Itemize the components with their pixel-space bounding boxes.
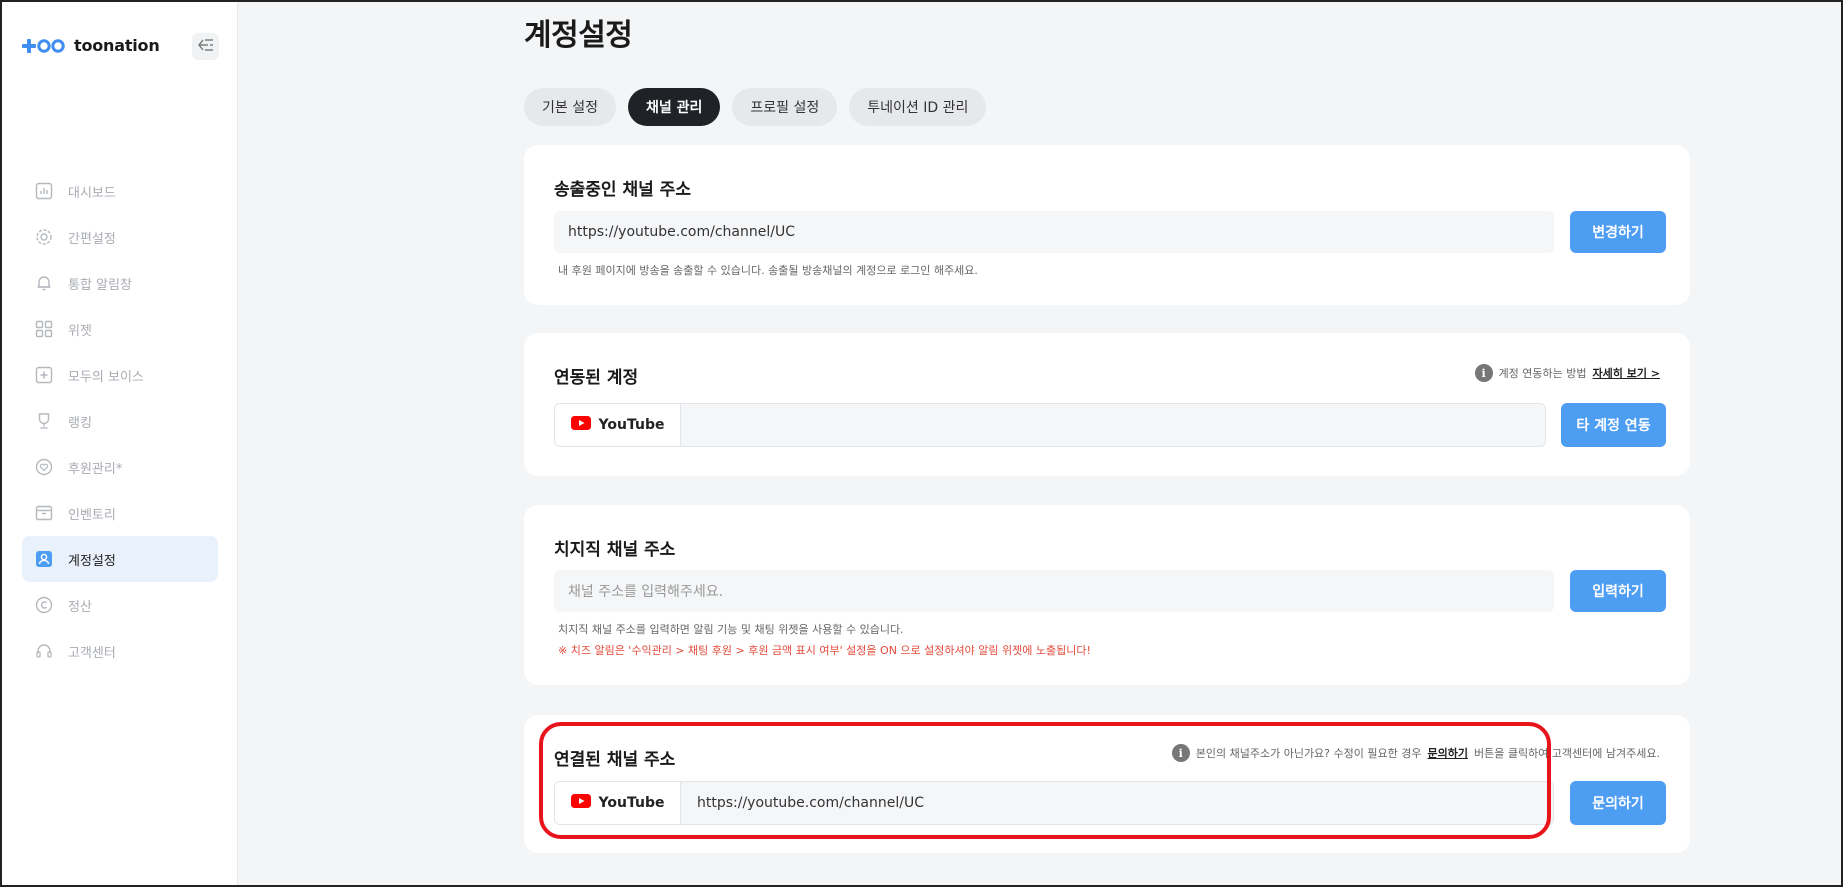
page-title: 계정설정 [524,18,633,53]
card-title: 송출중인 채널 주소 [554,180,691,200]
trophy-icon [34,411,54,431]
heart-icon [34,457,54,477]
sidebar-item-customer-center[interactable]: 고객센터 [22,628,218,674]
box-icon [34,503,54,523]
warning-text: ※ 치즈 알림은 '수익관리 > 채팅 후원 > 후원 금액 표시 여부' 설정… [558,644,1091,657]
card-title: 치지직 채널 주소 [554,540,676,560]
logo-text: toonation [74,36,160,55]
linked-account-value [681,404,1545,446]
bell-icon [34,273,54,293]
info-icon: i [1474,364,1493,382]
sidebar-item-label: 랭킹 [68,415,92,431]
sidebar-item-label: 후원관리* [68,461,123,477]
youtube-platform-cell: YouTube [555,782,681,824]
sidebar: toonation 대시보드 간편설정 통합 알림창 위젯 모두의 보이스 랭킹… [2,2,238,885]
info-text: 계정 연동하는 방법 [1498,367,1587,380]
sidebar-item-label: 고객센터 [68,645,116,661]
platform-label: YouTube [598,417,665,433]
sidebar-collapse-button[interactable] [192,33,219,60]
info-text-suffix: 버튼을 클릭하여 고객센터에 남겨주세요. [1473,747,1660,760]
info-icon: i [1171,744,1190,762]
plus-box-icon [34,365,54,385]
widget-grid-icon [34,319,54,339]
submit-button[interactable]: 입력하기 [1570,570,1666,612]
sidebar-item-label: 간편설정 [68,231,116,247]
inquiry-link[interactable]: 문의하기 [1427,745,1467,761]
linked-account-info: i 계정 연동하는 방법 자세히 보기 > [1474,364,1660,382]
toonation-logo-icon [22,38,66,54]
headset-icon [34,641,54,661]
sidebar-item-label: 모두의 보이스 [68,369,144,385]
tab-toonation-id[interactable]: 투네이션 ID 관리 [849,88,987,126]
chzzk-channel-input[interactable]: 채널 주소를 입력해주세요. [554,570,1554,612]
broadcast-channel-card: 송출중인 채널 주소 https://youtube.com/channel/U… [524,145,1690,305]
tab-profile-settings[interactable]: 프로필 설정 [732,88,838,126]
sidebar-item-voice[interactable]: 모두의 보이스 [22,352,218,398]
card-title: 연결된 채널 주소 [554,750,676,770]
gear-icon [34,227,54,247]
youtube-icon [570,416,591,434]
tab-channel-management[interactable]: 채널 관리 [627,88,721,126]
change-button[interactable]: 변경하기 [1570,211,1666,253]
copyright-icon [34,595,54,615]
sidebar-item-alerts[interactable]: 통합 알림창 [22,260,218,306]
sidebar-item-label: 대시보드 [68,185,116,201]
sidebar-item-quick-settings[interactable]: 간편설정 [22,214,218,260]
sidebar-item-account-settings[interactable]: 계정설정 [22,536,218,582]
details-link[interactable]: 자세히 보기 > [1593,365,1660,381]
sidebar-item-label: 통합 알림창 [68,277,132,293]
help-text: 치지직 채널 주소를 입력하면 알림 기능 및 채팅 위젯을 사용할 수 있습니… [558,623,904,636]
logo[interactable]: toonation [22,36,160,55]
dashboard-icon [34,181,54,201]
youtube-icon [570,794,591,812]
chzzk-channel-card: 치지직 채널 주소 채널 주소를 입력해주세요. 입력하기 치지직 채널 주소를… [524,505,1690,685]
sidebar-item-widget[interactable]: 위젯 [22,306,218,352]
sidebar-item-label: 계정설정 [68,553,116,569]
sidebar-item-label: 인벤토리 [68,507,116,523]
sidebar-item-ranking[interactable]: 랭킹 [22,398,218,444]
linked-account-card: 연동된 계정 i 계정 연동하는 방법 자세히 보기 > YouTube 타 계… [524,333,1690,476]
sidebar-item-donation-management[interactable]: 후원관리* [22,444,218,490]
inquiry-button[interactable]: 문의하기 [1570,781,1666,825]
sidebar-item-label: 정산 [68,599,92,615]
connected-channel-field: YouTube https://youtube.com/channel/UC [554,781,1554,825]
help-text: 내 후원 페이지에 방송을 송출할 수 있습니다. 송출될 방송채널의 계정으로… [558,264,978,277]
connected-channel-url: https://youtube.com/channel/UC [681,782,1553,824]
sidebar-item-dashboard[interactable]: 대시보드 [22,168,218,214]
broadcast-channel-field[interactable]: https://youtube.com/channel/UC [554,211,1554,253]
tab-basic-settings[interactable]: 기본 설정 [524,88,616,126]
linked-account-field: YouTube [554,403,1546,447]
youtube-platform-cell: YouTube [555,404,681,446]
info-text-prefix: 본인의 채널주소가 아닌가요? 수정이 필요한 경우 [1195,747,1422,760]
card-title: 연동된 계정 [554,368,639,388]
connected-channel-card: 연결된 채널 주소 i 본인의 채널주소가 아닌가요? 수정이 필요한 경우 문… [524,715,1690,853]
app-window: toonation 대시보드 간편설정 통합 알림창 위젯 모두의 보이스 랭킹… [0,0,1843,887]
sidebar-item-inventory[interactable]: 인벤토리 [22,490,218,536]
sidebar-item-settlement[interactable]: 정산 [22,582,218,628]
settings-tabs: 기본 설정 채널 관리 프로필 설정 투네이션 ID 관리 [524,88,987,126]
collapse-arrow-icon [197,37,214,56]
main-content: 계정설정 기본 설정 채널 관리 프로필 설정 투네이션 ID 관리 송출중인 … [238,2,1841,885]
platform-label: YouTube [598,795,665,811]
connected-channel-info: i 본인의 채널주소가 아닌가요? 수정이 필요한 경우 문의하기 버튼을 클릭… [1171,744,1660,762]
sidebar-item-label: 위젯 [68,323,92,339]
link-other-account-button[interactable]: 타 계정 연동 [1561,403,1666,447]
user-icon [34,549,54,569]
sidebar-nav: 대시보드 간편설정 통합 알림창 위젯 모두의 보이스 랭킹 후원관리* 인벤토… [22,168,218,674]
